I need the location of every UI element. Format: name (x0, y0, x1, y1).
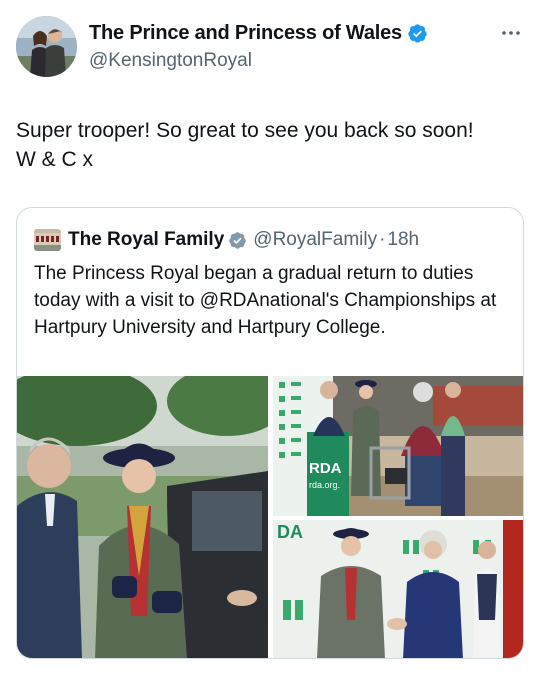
verified-badge-gray-icon[interactable] (228, 231, 247, 250)
quoted-author-handle[interactable]: @RoyalFamily (253, 229, 377, 251)
tweet-header: The Prince and Princess of Wales @Kensin… (16, 16, 524, 78)
photo-arrival[interactable] (17, 376, 268, 658)
quoted-tweet-card[interactable]: The Royal Family @RoyalFamily · 18h The … (16, 207, 524, 659)
quoted-tweet-text: The Princess Royal began a gradual retur… (34, 263, 497, 338)
quoted-author-display-name[interactable]: The Royal Family (68, 229, 224, 251)
tweet-text: Super trooper! So great to see you back … (16, 119, 474, 171)
quoted-tweet-header: The Royal Family @RoyalFamily · 18h (34, 228, 419, 252)
quoted-timestamp[interactable]: 18h (387, 229, 419, 251)
meeting-photo (273, 520, 523, 658)
photo-meeting[interactable]: DA (273, 520, 523, 658)
media-grid: RDA rda.org. DA (17, 376, 523, 658)
verified-badge-icon[interactable] (407, 23, 428, 44)
rda-sign-text: RDA (309, 460, 342, 477)
photo-presentation[interactable]: RDA rda.org. (273, 376, 523, 516)
couple-photo-avatar (16, 16, 77, 77)
author-handle[interactable]: @KensingtonRoyal (89, 50, 252, 72)
rda-banner-text: DA (277, 522, 303, 542)
author-name-row: The Prince and Princess of Wales (89, 22, 428, 45)
author-avatar[interactable] (16, 16, 77, 77)
dot-separator: · (379, 229, 386, 250)
arrival-photo (17, 376, 268, 658)
more-options-icon[interactable] (500, 26, 522, 40)
palace-avatar (34, 229, 61, 251)
quoted-author-avatar[interactable] (34, 229, 61, 251)
presentation-photo (273, 376, 523, 516)
author-display-name[interactable]: The Prince and Princess of Wales (89, 22, 402, 45)
rda-sign-subtext: rda.org. (309, 480, 341, 490)
